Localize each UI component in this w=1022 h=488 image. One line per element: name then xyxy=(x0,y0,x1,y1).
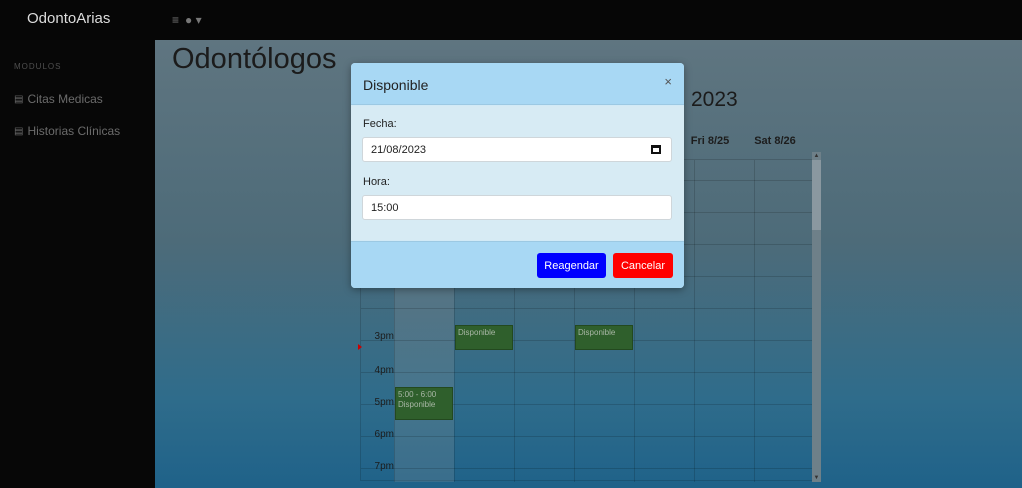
day-header-fri[interactable]: Fri 8/25 xyxy=(690,135,730,155)
time-label-4pm: 4pm xyxy=(374,365,394,376)
fecha-label: Fecha: xyxy=(363,118,397,130)
modal-footer: Reagendar Cancelar xyxy=(351,241,684,288)
sidebar-item-citas-medicas[interactable]: ▤ Citas Medicas xyxy=(14,92,103,106)
sidebar-section-title: MODULOS xyxy=(14,62,62,71)
grid-line xyxy=(361,308,816,309)
event-time: 5:00 - 6:00 xyxy=(398,390,437,399)
time-label-3pm: 3pm xyxy=(374,331,394,342)
event-label: Disponible xyxy=(578,328,616,337)
hamburger-icon[interactable]: ≡ xyxy=(172,13,179,27)
time-label-5pm: 5pm xyxy=(374,397,394,408)
calendar-title: 2023 xyxy=(691,88,738,111)
grid-line xyxy=(361,436,816,437)
calendar-event[interactable]: 5:00 - 6:00 Disponible xyxy=(395,387,453,420)
top-icons: ≡ ● ▾ xyxy=(172,13,202,27)
close-icon[interactable]: × xyxy=(664,74,672,89)
chevron-down-icon: ▾ xyxy=(195,13,202,27)
calendar-event[interactable]: Disponible xyxy=(455,325,513,350)
fecha-date-input[interactable]: 21/08/2023 xyxy=(362,137,672,162)
user-icon: ● xyxy=(185,13,193,27)
sidebar-item-label: Historias Clínicas xyxy=(27,124,121,138)
page-title: Odontólogos xyxy=(172,43,337,75)
fecha-value: 21/08/2023 xyxy=(371,144,427,156)
time-label-6pm: 6pm xyxy=(374,429,394,440)
grid-line xyxy=(694,160,695,482)
event-label: Disponible xyxy=(398,400,436,409)
sidebar: MODULOS ▤ Citas Medicas ▤ Historias Clín… xyxy=(0,40,155,488)
scroll-down-arrow-icon[interactable]: ▼ xyxy=(812,474,821,482)
hora-input[interactable]: 15:00 xyxy=(362,195,672,220)
hora-value: 15:00 xyxy=(371,202,399,214)
brand-logo-text[interactable]: OdontoArias xyxy=(27,10,110,27)
modal-title: Disponible xyxy=(363,77,429,93)
hora-label: Hora: xyxy=(363,176,390,188)
grid-line xyxy=(361,372,816,373)
event-label: Disponible xyxy=(458,328,496,337)
top-navbar: OdontoArias ≡ ● ▾ xyxy=(0,0,1022,40)
day-header-sat[interactable]: Sat 8/26 xyxy=(752,135,798,155)
grid-line xyxy=(754,160,755,482)
cancelar-button[interactable]: Cancelar xyxy=(613,253,673,278)
grid-line xyxy=(361,468,816,469)
calendar-icon[interactable] xyxy=(651,145,661,154)
reagendar-button[interactable]: Reagendar xyxy=(537,253,606,278)
time-label-7pm: 7pm xyxy=(374,461,394,472)
current-time-marker xyxy=(358,344,362,350)
sidebar-item-label: Citas Medicas xyxy=(27,92,103,106)
sidebar-item-historias-clinicas[interactable]: ▤ Historias Clínicas xyxy=(14,124,120,138)
list-icon: ▤ xyxy=(14,125,24,137)
modal-body: Fecha: 21/08/2023 Hora: 15:00 xyxy=(351,106,684,240)
user-menu[interactable]: ● ▾ xyxy=(185,13,202,27)
reschedule-modal: Disponible × Fecha: 21/08/2023 Hora: 15:… xyxy=(351,63,684,288)
calendar-scrollbar[interactable]: ▲ ▼ xyxy=(812,152,821,482)
modal-header: Disponible × xyxy=(351,63,684,105)
scroll-thumb[interactable] xyxy=(812,160,821,230)
scroll-up-arrow-icon[interactable]: ▲ xyxy=(812,152,821,160)
list-icon: ▤ xyxy=(14,93,24,105)
calendar-event[interactable]: Disponible xyxy=(575,325,633,350)
